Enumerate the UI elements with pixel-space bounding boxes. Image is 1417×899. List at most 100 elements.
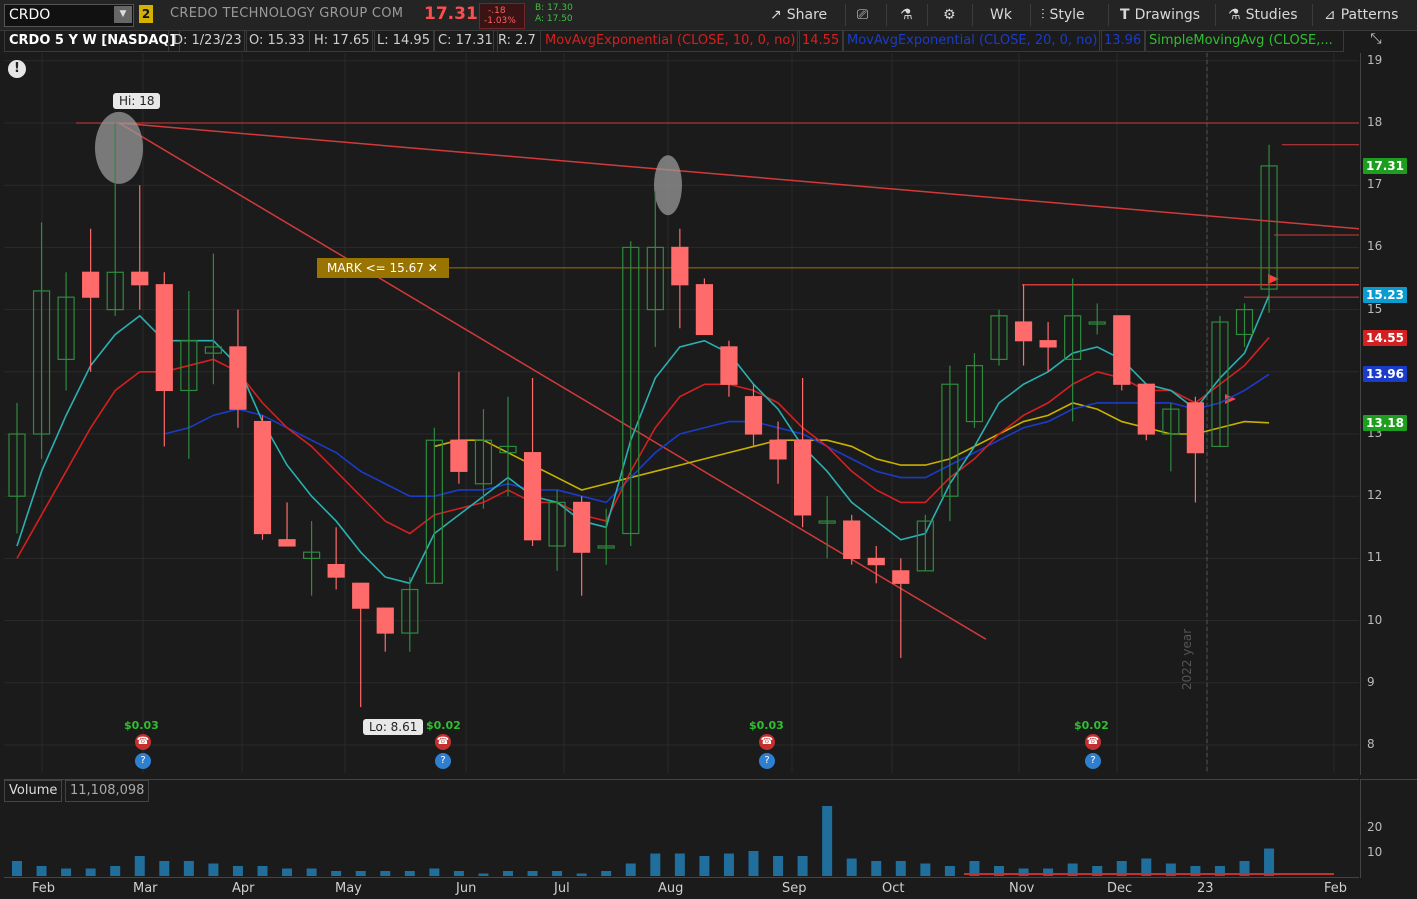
volume-bar [404,871,415,876]
trendline-drawings [76,111,1359,640]
text-t-icon: T [1120,7,1130,23]
symbol-dropdown-icon[interactable]: ▼ [114,6,132,23]
price-label: 13.18 [1363,414,1407,431]
volume-bar [85,868,96,876]
candle-body [229,346,247,410]
snapshot-button[interactable]: ⎚ [857,0,873,30]
price-label: 14.55 [1363,329,1407,346]
top-toolbar: ▼ 2 CREDO TECHNOLOGY GROUP COM 17.31 -.1… [0,0,1417,31]
chart-info-bar: CRDO 5 Y W [NASDAQ] D: 1/23/23 O: 15.33 … [0,31,1360,53]
time-tick: Oct [882,881,905,896]
candle-body [867,557,885,566]
volume-bar [306,868,317,876]
ema10-line [16,337,1270,559]
volume-bar [920,863,931,876]
toolbar-divider [1030,4,1031,26]
earnings-bulb-icon[interactable]: ? [435,753,451,769]
volume-bar [429,868,440,876]
symbol-input[interactable] [9,6,109,24]
candle-body [720,346,738,385]
price-label: 15.23 [1363,287,1407,304]
time-tick: Jun [456,881,477,896]
ema10-study[interactable]: MovAvgExponential (CLOSE, 10, 0, no) [540,31,801,52]
candle-body [1113,315,1131,385]
price-tick: 9 [1367,674,1375,689]
year-separator-label: 2022 year [1180,628,1194,690]
last-price: 17.31 [424,4,478,24]
volume-bar [12,861,22,876]
collapse-chart-icon[interactable]: ⤡ [1364,31,1388,51]
mark-alert-pointer [439,258,449,278]
earnings-call-icon[interactable]: ☎ [435,734,451,750]
time-tick: May [335,881,362,896]
candle-body [1186,402,1205,454]
time-axis[interactable]: Feb Mar Apr May Jun Jul Aug Sep Oct Nov Dec 23 Feb [4,877,1359,899]
studies-button[interactable]: ⚗ Studies [1228,0,1298,30]
volume-bar [282,868,293,876]
ema20-study[interactable]: MovAvgExponential (CLOSE, 20, 0, no) [842,31,1103,52]
chart-grid [4,53,1359,773]
company-name: CREDO TECHNOLOGY GROUP COM [170,6,404,21]
ema10-value: 14.55 [797,31,845,52]
candle-body [573,501,591,553]
candle-body [843,520,861,559]
price-tick: 10 [1367,612,1383,627]
volume-bar [208,863,219,876]
studies-label: Studies [1245,7,1298,23]
price-tick: 8 [1367,737,1375,751]
share-button[interactable]: ↗ Share [770,0,827,30]
price-label: 13.96 [1363,366,1407,383]
price-tick: 11 [1367,550,1383,565]
volume-bar [478,873,489,876]
sma-study[interactable]: SimpleMovingAvg (CLOSE,... [1144,31,1344,52]
settings-button[interactable]: ⚙ [943,0,961,30]
price-tick: 12 [1367,488,1383,503]
bar-low: L: 14.95 [372,31,435,52]
lab-button[interactable]: ⚗ [900,0,918,30]
earnings-call-icon[interactable]: ☎ [135,734,151,750]
toolbar-divider [972,4,973,26]
volume-bar [871,861,882,876]
time-tick: Mar [133,881,158,896]
flask-icon: ⚗ [1228,7,1241,23]
style-button[interactable]: ⫶ Style [1041,0,1085,30]
volume-label: Volume [4,780,63,802]
earnings-bulb-icon[interactable]: ? [135,753,151,769]
mark-alert-label[interactable]: MARK <= 15.67 ✕ [317,258,449,278]
style-label: Style [1049,7,1085,23]
price-chart[interactable] [4,53,1359,773]
alert-icon[interactable]: ! [8,60,26,78]
descending-trendline [118,122,1359,230]
time-tick: Apr [232,881,255,896]
time-tick: Sep [782,881,807,896]
flask-icon: ⚗ [900,7,913,23]
earnings-call-icon[interactable]: ☎ [759,734,775,750]
volume-bar [846,858,857,876]
volume-bar [797,856,808,876]
drawings-button[interactable]: T Drawings [1120,0,1200,30]
volume-bars [12,806,1334,876]
close-icon[interactable]: ✕ [428,261,438,275]
ema20-line [164,373,1270,504]
highlight-ellipse [654,155,682,216]
candle-body [695,284,714,336]
drawings-label: Drawings [1134,7,1201,23]
time-tick: Jul [554,881,570,896]
descending-channel-line [118,122,987,640]
volume-chart[interactable] [4,779,1359,877]
timeframe-button[interactable]: Wk [990,0,1012,30]
earnings-bulb-icon[interactable]: ? [759,753,775,769]
bar-close: C: 17.31 [433,31,498,52]
volume-bar [110,866,121,876]
earnings-bulb-icon[interactable]: ? [1085,753,1101,769]
patterns-button[interactable]: ⊿ Patterns [1324,0,1398,30]
camera-icon: ⎚ [857,7,869,23]
earnings-call-icon[interactable]: ☎ [1085,734,1101,750]
link-group-badge[interactable]: 2 [139,5,153,23]
time-tick: Feb [32,881,56,896]
gear-icon: ⚙ [943,7,956,23]
price-axis[interactable]: 191817161514131211109817.3115.2314.5513.… [1360,53,1417,775]
candle-body [793,439,812,516]
candle-body [1137,383,1155,435]
dividend-label: $0.02 [1074,719,1109,732]
